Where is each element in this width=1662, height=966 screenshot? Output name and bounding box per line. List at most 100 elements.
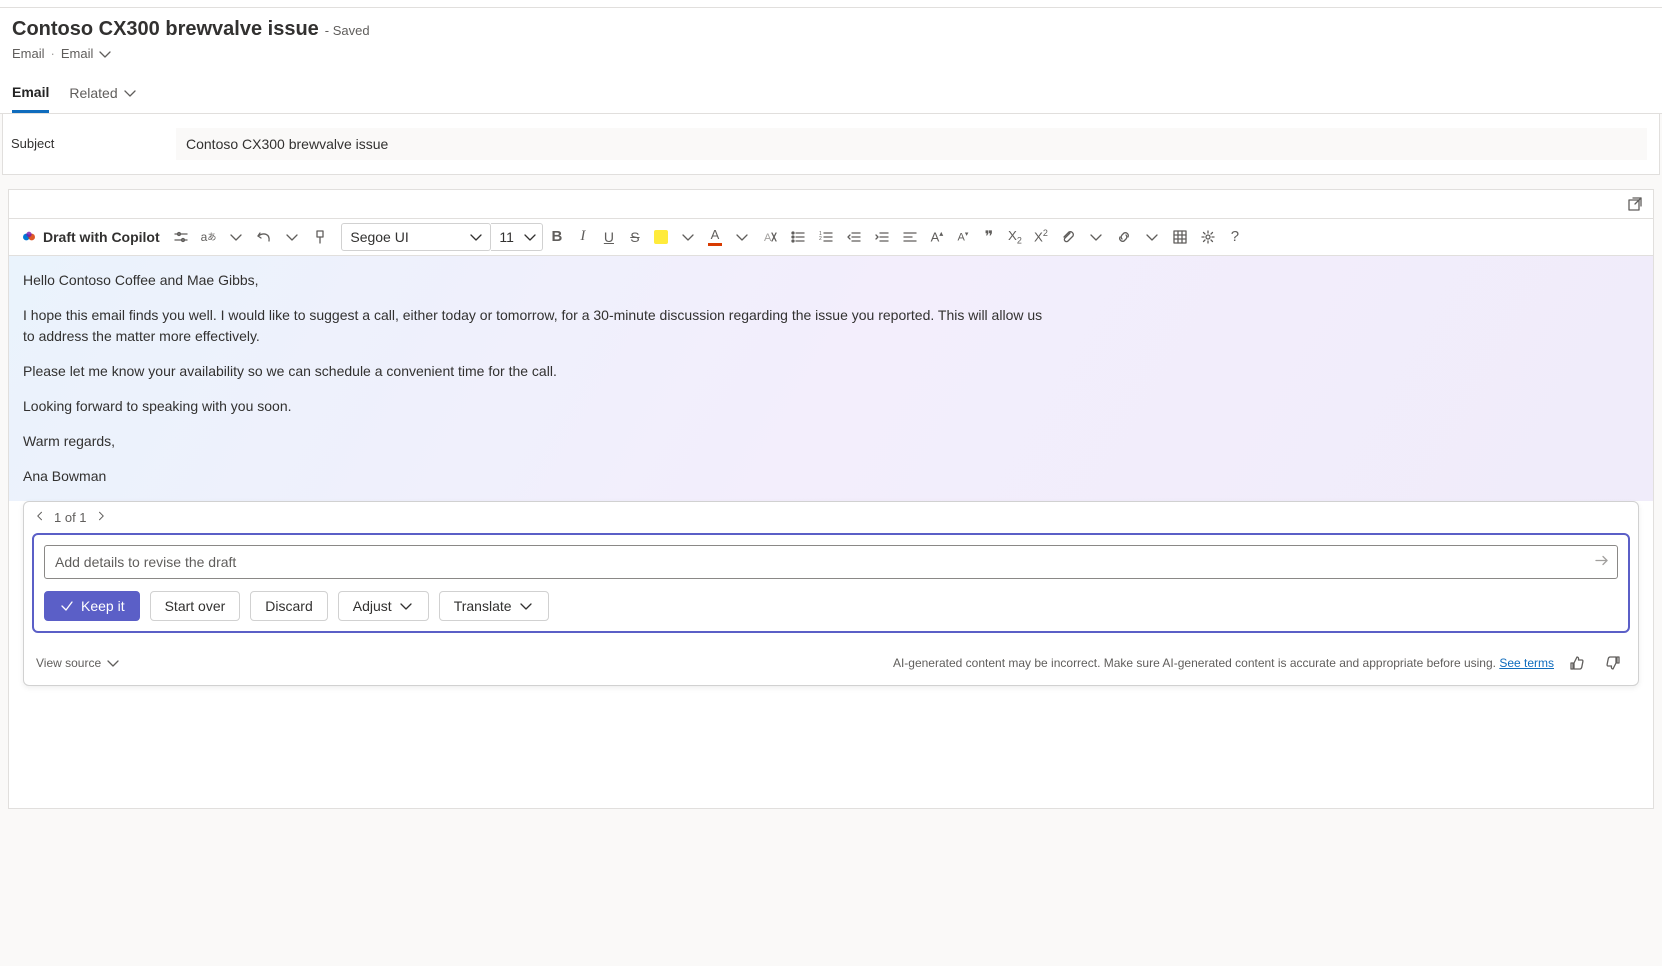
thumbs-up-icon: [1569, 655, 1585, 671]
font-color-button[interactable]: A: [703, 223, 727, 251]
bold-button[interactable]: B: [545, 223, 569, 251]
font-value: Segoe UI: [350, 229, 408, 245]
strikethrough-button[interactable]: S: [623, 223, 647, 251]
bullet-list-icon: [790, 229, 806, 245]
editor-toolbar: Draft with Copilot aあ Segoe UI 11 B I U …: [9, 218, 1653, 256]
highlight-button[interactable]: [649, 223, 673, 251]
chevron-down-icon: [284, 229, 300, 245]
email-body[interactable]: Hello Contoso Coffee and Mae Gibbs, I ho…: [9, 256, 1653, 501]
outdent-button[interactable]: [841, 223, 867, 251]
link-button[interactable]: [1111, 223, 1137, 251]
breadcrumb-item[interactable]: Email: [12, 46, 45, 61]
pager-prev[interactable]: [34, 510, 46, 525]
start-over-button[interactable]: Start over: [150, 591, 241, 621]
keep-it-button[interactable]: Keep it: [44, 591, 140, 621]
chevron-left-icon: [34, 510, 46, 522]
superscript-button[interactable]: X2: [1029, 223, 1053, 251]
body-paragraph: Hello Contoso Coffee and Mae Gibbs,: [23, 270, 1053, 291]
popout-icon: [1627, 196, 1643, 212]
language-button[interactable]: aあ: [196, 223, 222, 251]
font-family-select[interactable]: Segoe UI: [341, 223, 491, 251]
link-icon: [1116, 229, 1132, 245]
pager-next[interactable]: [95, 510, 107, 525]
see-terms-link[interactable]: See terms: [1499, 656, 1554, 670]
button-label: Adjust: [353, 598, 392, 614]
undo-icon: [256, 229, 272, 245]
decrease-font-button[interactable]: A▾: [951, 223, 975, 251]
italic-button[interactable]: I: [571, 223, 595, 251]
pager-text: 1 of 1: [54, 510, 87, 525]
submit-revise-button[interactable]: [1594, 552, 1610, 571]
copilot-icon: [21, 229, 37, 245]
paperclip-icon: [1060, 229, 1076, 245]
align-button[interactable]: [897, 223, 923, 251]
button-label: Translate: [454, 598, 512, 614]
settings-button[interactable]: [1195, 223, 1221, 251]
gear-icon: [1200, 229, 1216, 245]
arrow-right-icon: [1594, 552, 1610, 568]
table-button[interactable]: [1167, 223, 1193, 251]
subject-input[interactable]: [176, 128, 1647, 160]
body-paragraph: I hope this email finds you well. I woul…: [23, 305, 1053, 347]
chevron-down-icon: [518, 598, 534, 614]
chevron-down-icon: [734, 229, 750, 245]
body-paragraph: Ana Bowman: [23, 466, 1053, 487]
popout-button[interactable]: [1627, 196, 1643, 215]
chevron-down-icon: [468, 229, 484, 245]
chevron-down-icon: [1088, 229, 1104, 245]
adjust-button[interactable]: Adjust: [338, 591, 429, 621]
font-color-dropdown[interactable]: [729, 223, 755, 251]
view-source-label: View source: [36, 656, 101, 670]
language-dropdown[interactable]: [223, 223, 249, 251]
button-label: Keep it: [81, 598, 125, 614]
view-source-button[interactable]: View source: [36, 655, 121, 671]
thumbs-up-button[interactable]: [1564, 649, 1590, 677]
breadcrumb-item-dropdown[interactable]: Email: [61, 46, 114, 62]
highlight-dropdown[interactable]: [675, 223, 701, 251]
body-paragraph: Warm regards,: [23, 431, 1053, 452]
increase-font-button[interactable]: A▴: [925, 223, 949, 251]
breadcrumb-label: Email: [61, 46, 94, 61]
indent-button[interactable]: [869, 223, 895, 251]
format-painter-button[interactable]: [307, 223, 333, 251]
page-header: Contoso CX300 brewvalve issue - Saved Em…: [0, 8, 1662, 114]
discard-button[interactable]: Discard: [250, 591, 327, 621]
tab-related[interactable]: Related: [69, 76, 137, 113]
clear-format-icon: A: [762, 229, 778, 245]
svg-text:A: A: [764, 232, 772, 244]
help-button[interactable]: ?: [1223, 223, 1247, 251]
page-title: Contoso CX300 brewvalve issue: [12, 18, 319, 41]
revise-input[interactable]: [44, 545, 1618, 579]
copilot-settings-button[interactable]: [168, 223, 194, 251]
thumbs-down-button[interactable]: [1600, 649, 1626, 677]
save-status: - Saved: [325, 23, 370, 38]
chevron-down-icon: [105, 655, 121, 671]
font-size-select[interactable]: 11: [491, 223, 543, 251]
detail-tabs: Email Related: [12, 76, 1650, 113]
draft-with-copilot-button[interactable]: Draft with Copilot: [15, 223, 166, 251]
bullet-list-button[interactable]: [785, 223, 811, 251]
subscript-button[interactable]: X2: [1003, 223, 1027, 251]
number-list-button[interactable]: 12: [813, 223, 839, 251]
copilot-draft-panel: 1 of 1 Keep it Start over Discard Adjust: [23, 501, 1639, 686]
link-dropdown[interactable]: [1139, 223, 1165, 251]
body-paragraph: Please let me know your availability so …: [23, 361, 1053, 382]
translate-button[interactable]: Translate: [439, 591, 549, 621]
undo-button[interactable]: [251, 223, 277, 251]
font-color-icon: A: [708, 227, 722, 246]
undo-dropdown[interactable]: [279, 223, 305, 251]
blockquote-button[interactable]: ❞: [977, 223, 1001, 251]
align-icon: [902, 229, 918, 245]
attach-dropdown[interactable]: [1083, 223, 1109, 251]
sliders-icon: [173, 229, 189, 245]
clear-format-button[interactable]: A: [757, 223, 783, 251]
chevron-down-icon: [97, 46, 113, 62]
chevron-right-icon: [95, 510, 107, 522]
body-paragraph: Looking forward to speaking with you soo…: [23, 396, 1053, 417]
underline-button[interactable]: U: [597, 223, 621, 251]
attach-button[interactable]: [1055, 223, 1081, 251]
table-icon: [1172, 229, 1188, 245]
tab-email[interactable]: Email: [12, 76, 49, 113]
thumbs-down-icon: [1605, 655, 1621, 671]
chevron-down-icon: [1144, 229, 1160, 245]
